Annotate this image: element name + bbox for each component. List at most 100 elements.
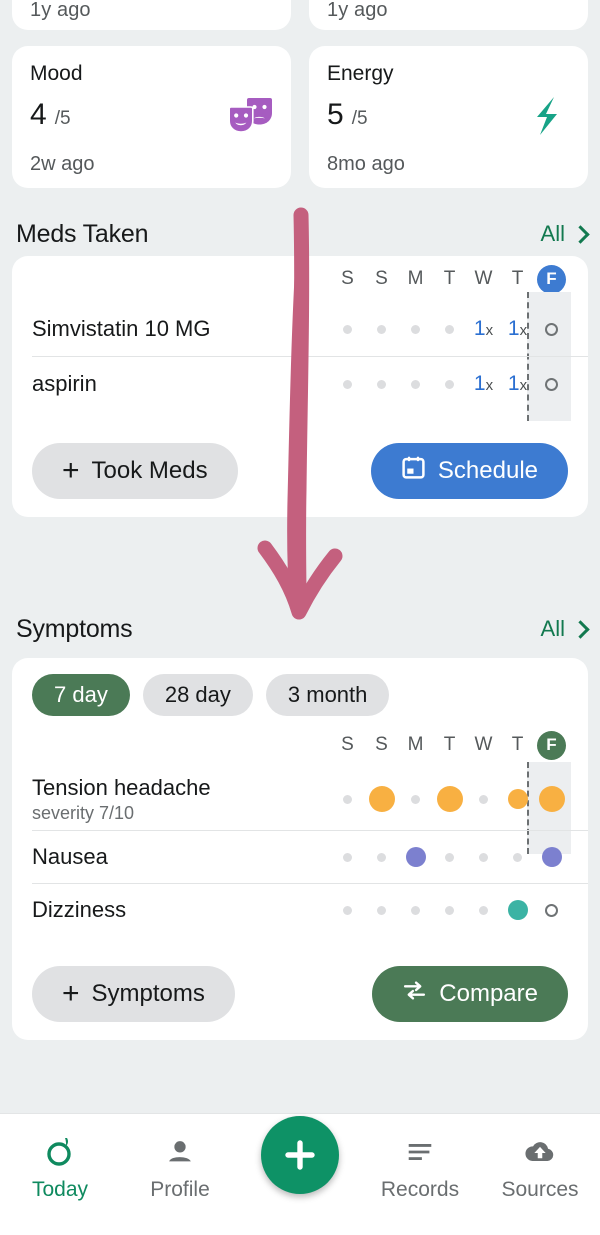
sym-r2-c0[interactable] <box>331 905 364 915</box>
meds-row-1-name: aspirin <box>32 371 97 396</box>
mood-title: Mood <box>30 62 83 85</box>
meds-r0-c2[interactable] <box>399 324 432 334</box>
meds-r1-c4[interactable]: 1x <box>467 372 500 396</box>
empty-dot-icon <box>377 379 386 389</box>
sym-r2-c4[interactable] <box>467 905 500 915</box>
partial-metric-card-2[interactable]: 1y ago <box>309 0 588 30</box>
meds-r0-c6-today[interactable] <box>535 322 568 336</box>
meds-all-link[interactable]: All <box>541 221 584 247</box>
meds-section-header: Meds Taken All <box>0 212 600 256</box>
nav-item-records[interactable]: Records <box>365 1132 475 1202</box>
symptom-row-dizziness[interactable]: Dizziness <box>12 884 588 936</box>
sym-r2-c3[interactable] <box>433 905 466 915</box>
lightning-bolt-icon <box>524 96 570 136</box>
plus-fab-icon <box>285 1140 315 1170</box>
add-fab-button[interactable] <box>261 1116 339 1194</box>
schedule-button[interactable]: Schedule <box>370 443 568 499</box>
meds-row-simvistatin[interactable]: Simvistatin 10 MG 1x 1x <box>12 302 588 356</box>
symptom-row-tension-headache[interactable]: Tension headache severity 7/10 <box>12 768 588 830</box>
meds-r0-c5[interactable]: 1x <box>501 317 534 341</box>
severity-dot-icon <box>541 847 562 867</box>
plus-icon: + <box>62 454 80 487</box>
meds-r1-c5[interactable]: 1x <box>501 372 534 396</box>
empty-dot-icon <box>343 905 352 915</box>
nav-item-add[interactable] <box>245 1116 355 1194</box>
meds-actions: + Took Meds Schedule <box>12 443 588 499</box>
symptoms-tracker-card: 7 day 28 day 3 month S S M T W T F Tensi… <box>12 658 588 1040</box>
symptom-2-name: Dizziness <box>32 897 127 922</box>
empty-dot-icon <box>445 905 454 915</box>
meds-section: Meds Taken All S S M T W T F Simvistatin… <box>0 212 600 517</box>
symptom-0-name: Tension headache <box>32 774 211 800</box>
symptom-row-nausea[interactable]: Nausea <box>12 831 588 883</box>
meds-day-header: S S M T W T F <box>12 256 588 302</box>
partial-metric-card-1[interactable]: 1y ago <box>12 0 291 30</box>
took-meds-button[interactable]: + Took Meds <box>32 443 238 499</box>
range-chip-3-month[interactable]: 3 month <box>265 674 390 716</box>
compare-button[interactable]: Compare <box>372 966 568 1022</box>
nav-item-profile[interactable]: Profile <box>125 1132 235 1202</box>
sym-r1-c1[interactable] <box>365 852 398 862</box>
symptoms-all-link[interactable]: All <box>541 616 584 642</box>
sym-r1-c3[interactable] <box>433 852 466 862</box>
schedule-label: Schedule <box>437 457 538 484</box>
meds-row-aspirin[interactable]: aspirin 1x 1x <box>12 357 588 411</box>
add-symptoms-label: Symptoms <box>91 980 205 1007</box>
sym-day-3: T <box>443 734 456 755</box>
sym-r2-c2[interactable] <box>399 905 432 915</box>
meds-day-5: T <box>511 268 524 289</box>
severity-dot-icon <box>507 789 528 809</box>
took-meds-label: Took Meds <box>91 457 208 484</box>
nav-label-records: Records <box>380 1178 460 1201</box>
sym-r1-c4[interactable] <box>467 852 500 862</box>
symptom-0-severity: severity 7/10 <box>32 802 135 823</box>
dose-count-label: 1x <box>507 372 528 395</box>
meds-rows: Simvistatin 10 MG 1x 1x aspirin 1x 1x <box>12 302 588 411</box>
range-chip-7-day[interactable]: 7 day <box>32 674 130 716</box>
nav-item-sources[interactable]: Sources <box>485 1132 595 1202</box>
meds-r1-c6-today[interactable] <box>535 377 568 391</box>
empty-dot-icon <box>479 905 488 915</box>
add-symptoms-button[interactable]: + Symptoms <box>32 966 235 1022</box>
meds-r0-c4[interactable]: 1x <box>467 317 500 341</box>
meds-r1-c3[interactable] <box>433 379 466 389</box>
nav-label-today: Today <box>31 1178 89 1201</box>
nav-label-profile: Profile <box>150 1178 210 1201</box>
meds-r0-c0[interactable] <box>331 324 364 334</box>
sym-r1-c0[interactable] <box>331 852 364 862</box>
sym-r1-c6-today[interactable] <box>535 847 568 867</box>
sym-r1-c2[interactable] <box>399 847 432 867</box>
sym-r1-c5[interactable] <box>501 852 534 862</box>
sym-r2-c1[interactable] <box>365 905 398 915</box>
range-chip-28-day[interactable]: 28 day <box>142 674 253 716</box>
empty-dot-icon <box>445 379 454 389</box>
nav-item-today[interactable]: Today <box>5 1132 115 1202</box>
sym-r0-c1[interactable] <box>365 786 398 812</box>
meds-r1-c2[interactable] <box>399 379 432 389</box>
empty-dot-icon <box>343 379 352 389</box>
sym-r0-c2[interactable] <box>399 794 432 804</box>
dose-count-label: 1x <box>507 317 528 340</box>
meds-r0-c3[interactable] <box>433 324 466 334</box>
nav-label-sources: Sources <box>501 1178 579 1201</box>
sym-r0-c0[interactable] <box>331 794 364 804</box>
empty-dot-icon <box>377 852 386 862</box>
mood-ago: 2w ago <box>30 153 95 175</box>
meds-r0-c1[interactable] <box>365 324 398 334</box>
empty-dot-icon <box>343 852 352 862</box>
sym-day-2: M <box>407 734 424 755</box>
list-lines-icon <box>404 1132 436 1172</box>
meds-r1-c0[interactable] <box>331 379 364 389</box>
sym-r0-c3[interactable] <box>433 786 466 812</box>
meds-r1-c1[interactable] <box>365 379 398 389</box>
symptoms-section: Symptoms All 7 day 28 day 3 month S S M … <box>0 600 600 1040</box>
energy-metric-card[interactable]: Energy 5 /5 8mo ago <box>309 46 588 188</box>
mood-metric-card[interactable]: Mood 4 /5 2w ago <box>12 46 291 188</box>
sym-r0-c4[interactable] <box>467 794 500 804</box>
sym-r2-c6-today[interactable] <box>535 903 568 917</box>
sym-r2-c5[interactable] <box>501 900 534 920</box>
empty-dot-icon <box>377 324 386 334</box>
empty-dot-icon <box>411 324 420 334</box>
sym-r0-c6-today[interactable] <box>535 786 568 812</box>
sym-r0-c5[interactable] <box>501 789 534 809</box>
